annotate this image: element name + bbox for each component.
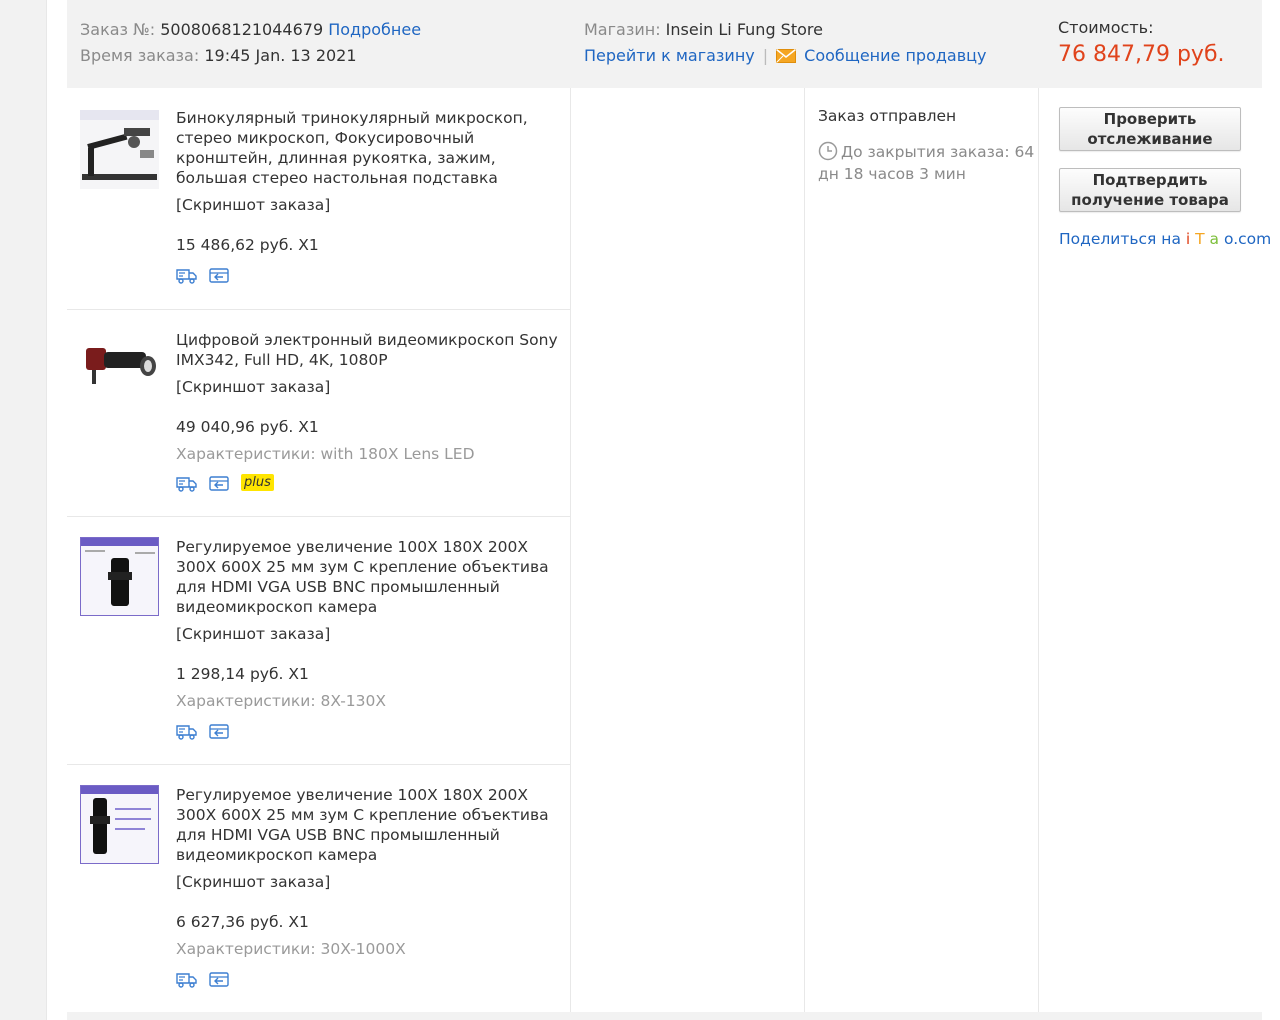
go-to-store-link[interactable]: Перейти к магазину [584,46,755,65]
column-divider [804,88,805,1012]
store-name: Insein Li Fung Store [665,20,823,39]
order-time-label: Время заказа: [80,46,200,65]
order-body: Бинокулярный тринокулярный микроскоп, ст… [67,88,1271,1012]
share-letter-o: o [1223,230,1234,248]
list-item: Регулируемое увеличение 100X 180X 200X 3… [67,765,570,1012]
order-snapshot-link[interactable]: [Скриншот заказа] [176,872,330,892]
product-specs: Характеристики: with 180X Lens LED [176,445,475,463]
store-line: Магазин: Insein Li Fung Store [584,20,823,40]
order-snapshot-link[interactable]: [Скриншот заказа] [176,624,330,644]
column-divider [1038,88,1039,1012]
header-separator: | [762,46,769,65]
product-price: 15 486,62 руб. X1 [176,236,319,254]
left-rail [0,0,47,1020]
share-letter-t: T [1195,230,1205,248]
bottom-bar [67,1012,1262,1020]
order-snapshot-link[interactable]: [Скриншот заказа] [176,195,330,215]
share-suffix: .com [1233,230,1272,248]
product-title[interactable]: Регулируемое увеличение 100X 180X 200X 3… [176,785,571,865]
cost-label: Стоимость: [1058,18,1154,37]
list-item: Цифровой электронный видеомикроскоп Sony… [67,310,570,516]
share-letter-a: a [1209,230,1220,248]
order-number-label: Заказ №: [80,20,156,39]
product-title[interactable]: Цифровой электронный видеомикроскоп Sony… [176,330,571,370]
confirm-receipt-button[interactable]: Подтвердить получение товара [1059,168,1241,212]
order-time-left: До закрытия заказа: 64 дн 18 часов 3 мин [818,141,1040,185]
message-seller-link[interactable]: Сообщение продавцу [804,46,986,65]
share-itao-link[interactable]: Поделиться на i T a o.com [1059,230,1271,248]
product-thumbnail[interactable] [80,330,159,409]
product-price: 49 040,96 руб. X1 [176,418,319,436]
product-title[interactable]: Регулируемое увеличение 100X 180X 200X 3… [176,537,571,617]
item-icons: plus [176,474,296,494]
product-price: 6 627,36 руб. X1 [176,913,309,931]
product-thumbnail[interactable] [80,110,159,189]
product-thumbnail[interactable] [80,785,159,864]
product-title[interactable]: Бинокулярный тринокулярный микроскоп, ст… [176,108,571,188]
order-details-link[interactable]: Подробнее [328,20,421,39]
truck-icon[interactable] [176,266,198,288]
truck-icon[interactable] [176,722,198,744]
product-specs: Характеристики: 30X-1000X [176,940,406,958]
order-header: Заказ №: 5008068121044679 Подробнее Врем… [67,0,1262,88]
cost-value: 76 847,79 руб. [1058,42,1225,67]
list-item: Регулируемое увеличение 100X 180X 200X 3… [67,517,570,764]
order-status: Заказ отправлен [818,107,957,125]
product-thumbnail[interactable] [80,537,159,616]
order-time: 19:45 Jan. 13 2021 [204,46,357,65]
share-prefix: Поделиться на [1059,230,1186,248]
order-snapshot-link[interactable]: [Скриншот заказа] [176,377,330,397]
product-specs: Характеристики: 8X-130X [176,692,387,710]
return-box-icon[interactable] [208,266,230,288]
order-time-line: Время заказа: 19:45 Jan. 13 2021 [80,46,357,66]
check-tracking-button[interactable]: Проверить отслеживание [1059,107,1241,151]
plus-badge: plus [241,474,274,491]
time-left-text: До закрытия заказа: 64 дн 18 часов 3 мин [818,143,1035,183]
truck-icon[interactable] [176,474,198,496]
store-label: Магазин: [584,20,661,39]
clock-icon [818,141,841,161]
return-box-icon[interactable] [208,474,230,496]
return-box-icon[interactable] [208,970,230,992]
order-number-line: Заказ №: 5008068121044679 Подробнее [80,20,421,40]
order-number: 5008068121044679 [160,20,324,39]
product-price: 1 298,14 руб. X1 [176,665,309,683]
truck-icon[interactable] [176,970,198,992]
store-actions: Перейти к магазину | Сообщение продавцу [584,46,987,66]
return-box-icon[interactable] [208,722,230,744]
mail-envelope-icon [776,46,804,65]
share-letter-i: i [1185,230,1191,248]
list-item: Бинокулярный тринокулярный микроскоп, ст… [67,88,570,309]
